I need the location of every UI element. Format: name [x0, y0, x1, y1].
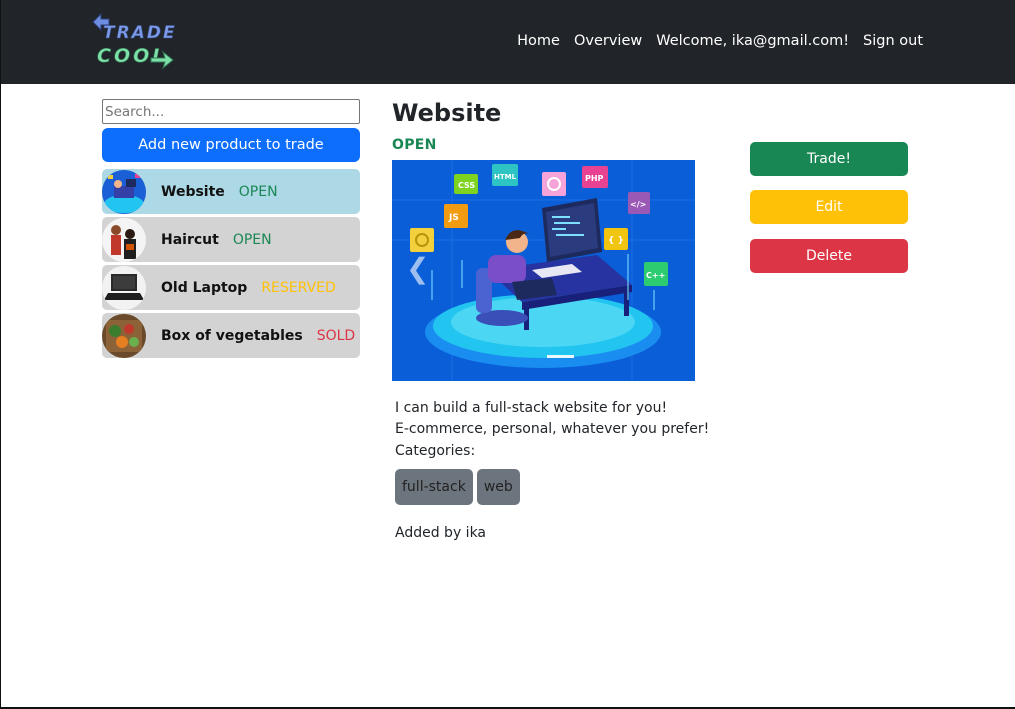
- product-status-badge: OPEN: [238, 183, 278, 200]
- product-item-haircut[interactable]: Haircut OPEN: [102, 217, 360, 262]
- product-item-box-of-vegetables[interactable]: Box of vegetables SOLD: [102, 313, 360, 358]
- category-tag: full-stack: [395, 469, 473, 505]
- svg-text:JS: JS: [448, 213, 459, 223]
- product-thumbnail: [102, 313, 146, 358]
- svg-text:CSS: CSS: [458, 181, 475, 190]
- nav-home-link[interactable]: Home: [517, 33, 560, 49]
- product-status-badge: OPEN: [392, 137, 437, 153]
- product-list: Website OPEN Haircut OPEN Old Laptop RES…: [102, 169, 360, 361]
- category-tags: full-stack web: [395, 469, 520, 505]
- product-status-badge: SOLD: [316, 327, 356, 344]
- nav-welcome-user-link[interactable]: Welcome, ika@gmail.com!: [656, 33, 849, 49]
- nav-overview-link[interactable]: Overview: [574, 33, 642, 49]
- product-name: Box of vegetables: [161, 327, 303, 344]
- product-item-old-laptop[interactable]: Old Laptop RESERVED: [102, 265, 360, 310]
- svg-text:</>: </>: [630, 200, 646, 209]
- trade-cool-logo[interactable]: TRADE COOL: [89, 12, 181, 74]
- category-tag: web: [476, 469, 520, 505]
- product-name: Website: [161, 183, 225, 200]
- product-name: Old Laptop: [161, 279, 248, 296]
- product-image: CSS HTML PHP </> JS { } C++: [392, 160, 695, 381]
- svg-text:COOL: COOL: [97, 45, 167, 67]
- product-item-website[interactable]: Website OPEN: [102, 169, 360, 214]
- nav-signout-link[interactable]: Sign out: [863, 33, 923, 49]
- carousel-prev-icon[interactable]: ❮: [406, 255, 429, 283]
- categories-label: Categories:: [395, 443, 476, 459]
- product-name: Haircut: [161, 231, 219, 248]
- trade-button[interactable]: Trade!: [750, 142, 908, 176]
- product-thumbnail: [102, 265, 146, 310]
- description-line: E-commerce, personal, whatever you prefe…: [395, 421, 710, 437]
- added-by-text: Added by ika: [395, 525, 487, 541]
- svg-text:PHP: PHP: [585, 174, 604, 183]
- add-product-button[interactable]: Add new product to trade: [102, 128, 360, 162]
- product-image-carousel[interactable]: CSS HTML PHP </> JS { } C++ ❮: [392, 160, 695, 381]
- svg-text:{ }: { }: [608, 236, 624, 246]
- navbar: TRADE COOL Home Overview Welcome, ika@gm…: [1, 0, 1015, 84]
- product-status-badge: RESERVED: [261, 279, 336, 296]
- svg-text:C++: C++: [646, 271, 665, 280]
- search-input[interactable]: [102, 99, 360, 124]
- product-status-badge: OPEN: [232, 231, 272, 248]
- product-thumbnail: [102, 217, 146, 262]
- svg-text:TRADE: TRADE: [103, 23, 177, 43]
- svg-text:HTML: HTML: [494, 173, 517, 181]
- edit-button[interactable]: Edit: [750, 190, 908, 224]
- product-thumbnail: [102, 169, 146, 214]
- product-title: Website: [392, 99, 502, 127]
- nav-links: Home Overview Welcome, ika@gmail.com! Si…: [517, 33, 923, 49]
- description-line: I can build a full-stack website for you…: [395, 400, 668, 416]
- carousel-indicator[interactable]: [547, 355, 574, 358]
- delete-button[interactable]: Delete: [750, 239, 908, 273]
- product-description: I can build a full-stack website for you…: [395, 398, 709, 440]
